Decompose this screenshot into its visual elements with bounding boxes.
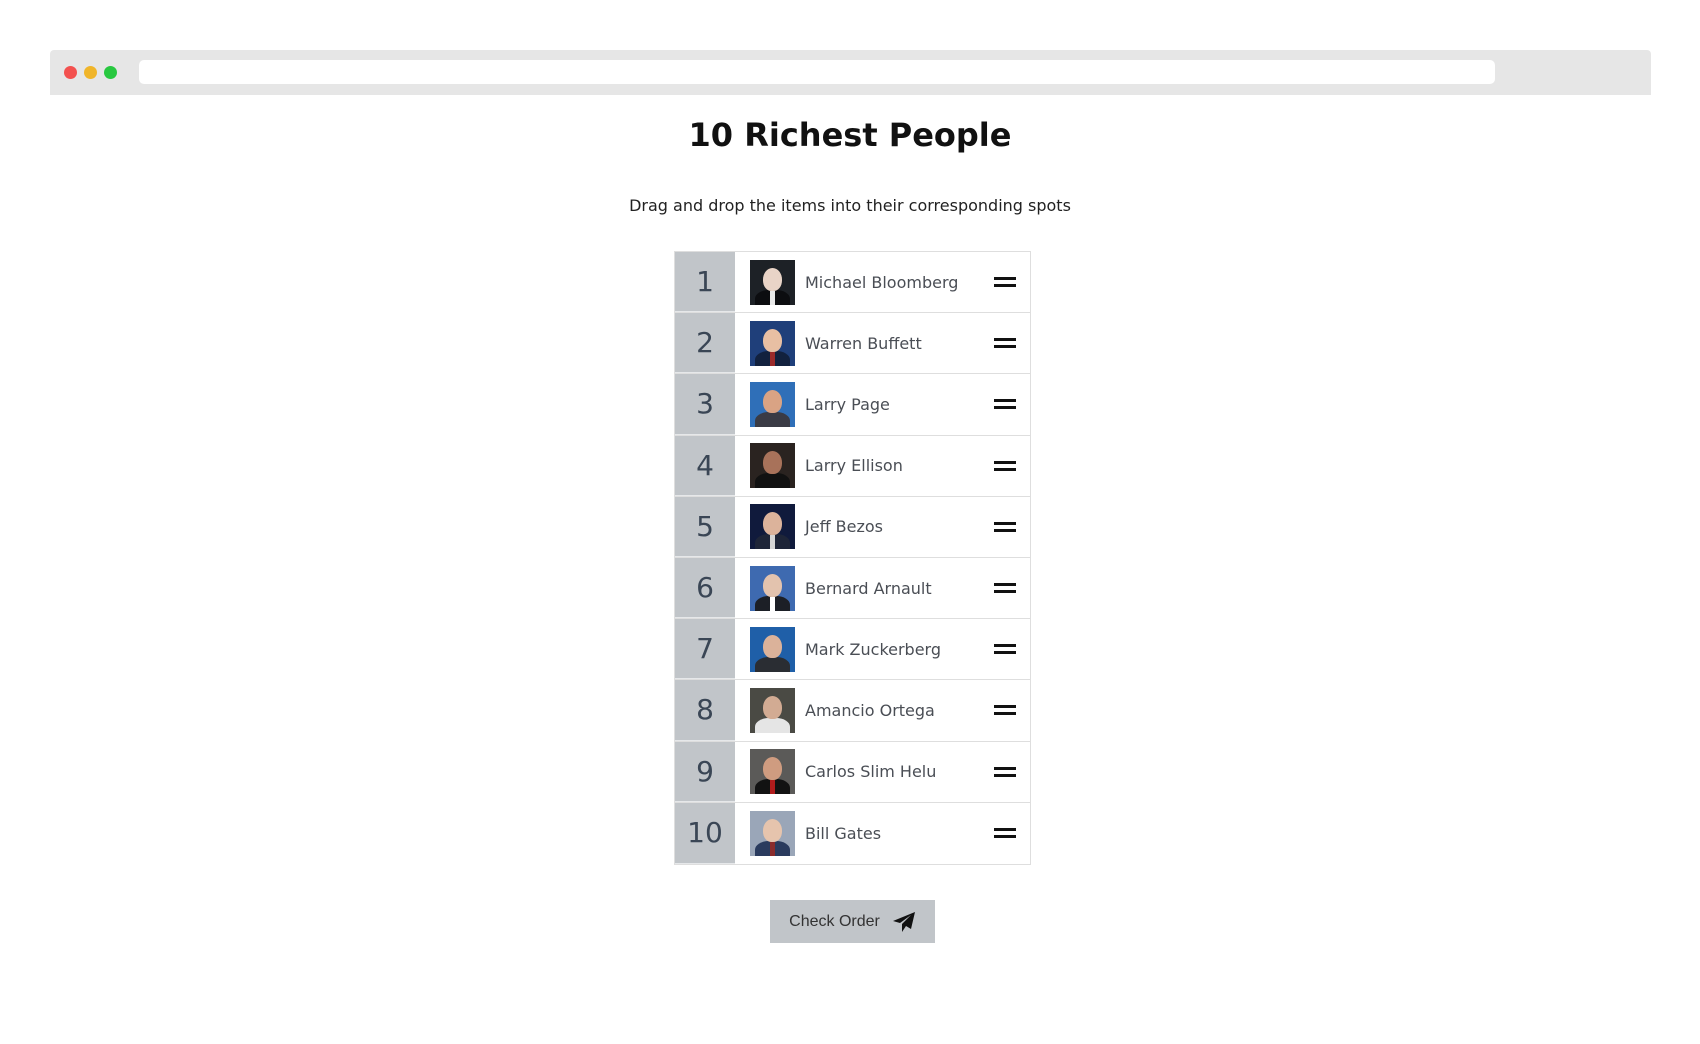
person-name: Jeff Bezos: [805, 517, 884, 537]
draggable-item[interactable]: Larry Ellison: [735, 435, 1030, 496]
address-bar[interactable]: [139, 60, 1495, 84]
check-order-label: Check Order: [789, 912, 880, 930]
drag-handle-icon[interactable]: [994, 583, 1016, 594]
draggable-item[interactable]: Mark Zuckerberg: [735, 619, 1030, 680]
person-name: Carlos Slim Helu: [805, 762, 937, 782]
draggable-list: 1 Michael Bloomberg 2 Warren Buffett 3 Larry …: [674, 251, 1031, 865]
avatar: [750, 687, 795, 733]
drag-handle-icon[interactable]: [994, 338, 1016, 349]
list-row: 4 Larry Ellison: [675, 435, 1030, 497]
rank-number: 1: [675, 252, 735, 313]
draggable-item[interactable]: Bill Gates: [735, 802, 1030, 864]
paper-plane-icon: [892, 911, 915, 932]
rank-number: 2: [675, 313, 735, 374]
person-name: Bernard Arnault: [805, 578, 932, 598]
page-title: 10 Richest People: [688, 116, 1012, 154]
minimize-window-dot[interactable]: [84, 66, 97, 79]
list-row: 1 Michael Bloomberg: [675, 252, 1030, 314]
person-name: Bill Gates: [805, 823, 882, 843]
person-name: Mark Zuckerberg: [805, 639, 942, 659]
person-name: Larry Ellison: [805, 456, 903, 476]
instructions-text: Drag and drop the items into their corre…: [629, 196, 1071, 215]
drag-handle-icon[interactable]: [994, 766, 1016, 777]
drag-handle-icon[interactable]: [994, 460, 1016, 471]
person-name: Warren Buffett: [805, 333, 922, 353]
drag-handle-icon[interactable]: [994, 399, 1016, 410]
drag-handle-icon[interactable]: [994, 644, 1016, 655]
rank-number: 8: [675, 680, 735, 741]
draggable-item[interactable]: Amancio Ortega: [735, 680, 1030, 741]
draggable-item[interactable]: Carlos Slim Helu: [735, 741, 1030, 802]
draggable-item[interactable]: Michael Bloomberg: [735, 252, 1030, 313]
avatar: [750, 749, 795, 795]
avatar: [750, 259, 795, 305]
list-row: 2 Warren Buffett: [675, 313, 1030, 375]
person-name: Michael Bloomberg: [805, 272, 959, 292]
avatar: [750, 810, 795, 856]
list-row: 5 Jeff Bezos: [675, 496, 1030, 558]
rank-number: 10: [675, 802, 735, 864]
browser-chrome: [50, 50, 1651, 95]
drag-handle-icon[interactable]: [994, 521, 1016, 532]
avatar: [750, 504, 795, 550]
person-name: Amancio Ortega: [805, 700, 935, 720]
avatar: [750, 443, 795, 489]
rank-number: 7: [675, 619, 735, 680]
avatar: [750, 381, 795, 427]
draggable-item[interactable]: Larry Page: [735, 374, 1030, 435]
draggable-item[interactable]: Warren Buffett: [735, 313, 1030, 374]
list-row: 9 Carlos Slim Helu: [675, 741, 1030, 803]
rank-number: 3: [675, 374, 735, 435]
rank-number: 4: [675, 435, 735, 496]
rank-number: 9: [675, 741, 735, 802]
person-name: Larry Page: [805, 394, 890, 414]
avatar: [750, 565, 795, 611]
rank-number: 6: [675, 557, 735, 619]
drag-handle-icon[interactable]: [994, 828, 1016, 839]
maximize-window-dot[interactable]: [104, 66, 117, 79]
drag-handle-icon[interactable]: [994, 705, 1016, 716]
list-row: 8 Amancio Ortega: [675, 680, 1030, 742]
list-row: 6 Bernard Arnault: [675, 557, 1030, 620]
list-row: 3 Larry Page: [675, 374, 1030, 436]
drag-handle-icon[interactable]: [994, 277, 1016, 288]
list-row: 10 Bill Gates: [675, 802, 1030, 864]
check-order-button[interactable]: Check Order: [770, 900, 935, 943]
list-row: 7 Mark Zuckerberg: [675, 619, 1030, 681]
rank-number: 5: [675, 496, 735, 557]
close-window-dot[interactable]: [64, 66, 77, 79]
avatar: [750, 626, 795, 672]
draggable-item[interactable]: Bernard Arnault: [735, 557, 1030, 619]
draggable-item[interactable]: Jeff Bezos: [735, 496, 1030, 557]
avatar: [750, 320, 795, 366]
